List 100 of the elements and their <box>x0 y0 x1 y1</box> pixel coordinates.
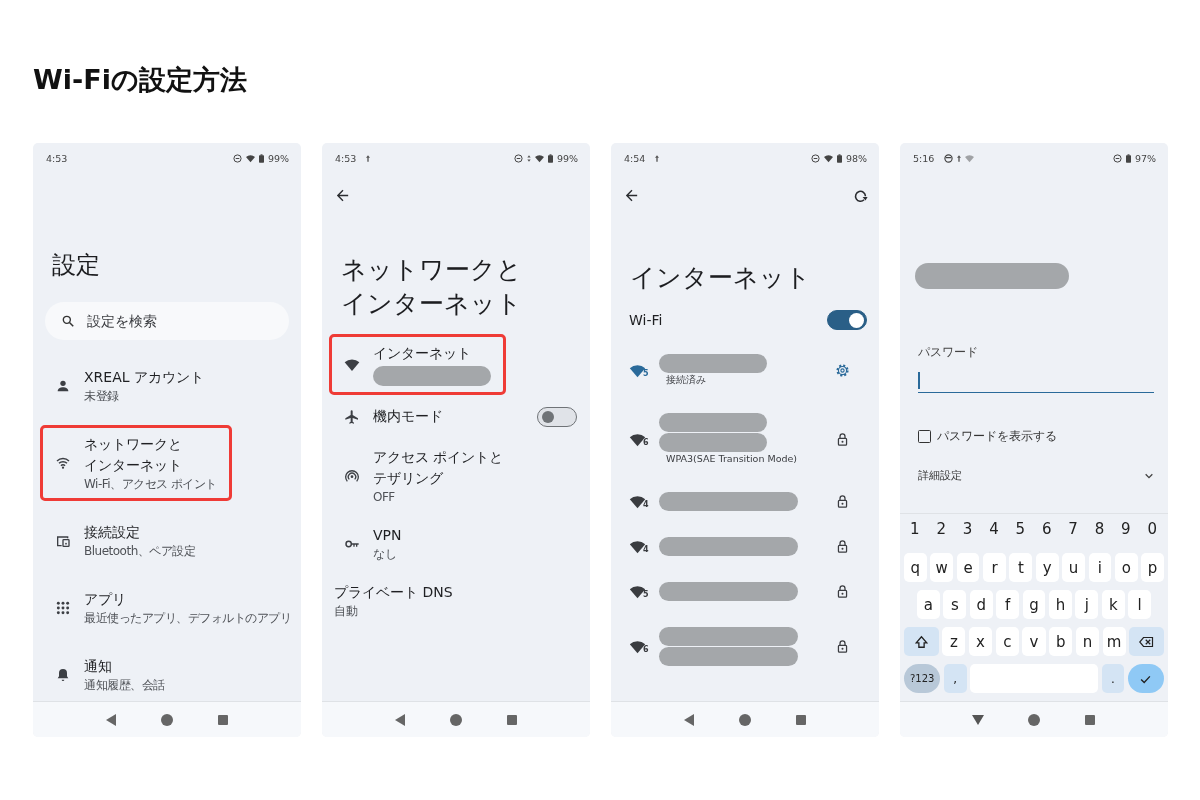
nav-recents-button[interactable] <box>506 713 518 726</box>
letter-key[interactable]: x <box>969 627 993 656</box>
do-not-disturb-icon <box>810 153 820 163</box>
network-item[interactable]: 5 接続済み <box>611 341 879 400</box>
advanced-options-label[interactable]: 詳細設定 <box>918 469 962 483</box>
wifi-label: Wi-Fi <box>629 312 663 328</box>
letter-key[interactable]: w <box>930 553 954 582</box>
settings-item[interactable]: プライベート DNS 自動 <box>330 574 590 627</box>
letter-key[interactable]: t <box>1009 553 1033 582</box>
letter-key[interactable]: h <box>1049 590 1072 619</box>
letter-key[interactable]: m <box>1102 627 1126 656</box>
nav-home-button[interactable] <box>450 713 462 726</box>
network-item[interactable]: 4 <box>611 524 879 569</box>
nav-back-button[interactable] <box>105 713 117 726</box>
number-key[interactable]: 4 <box>989 520 999 538</box>
nav-back-button[interactable] <box>972 713 984 726</box>
letter-key[interactable]: v <box>1022 627 1046 656</box>
item-subtitle: Bluetooth、ペア設定 <box>84 543 196 559</box>
letter-key[interactable]: s <box>943 590 967 619</box>
letter-key[interactable]: b <box>1049 627 1073 656</box>
nav-back-button[interactable] <box>394 713 406 726</box>
settings-item[interactable]: 通知 通知履歴、会話 <box>41 648 301 701</box>
field-label: パスワード <box>918 344 979 361</box>
number-key[interactable]: 8 <box>1094 520 1105 538</box>
network-item[interactable]: 5 <box>611 569 879 614</box>
nav-recents-button[interactable] <box>795 713 807 726</box>
do-not-disturb-icon <box>513 153 523 163</box>
letter-key[interactable]: u <box>1062 553 1085 582</box>
shift-key[interactable] <box>904 627 939 656</box>
status-time: 4:54 <box>624 152 646 164</box>
item-title: 通知 <box>84 657 113 676</box>
letter-key[interactable]: i <box>1088 553 1112 582</box>
lock-icon <box>835 539 850 554</box>
number-key[interactable]: 1 <box>910 520 920 538</box>
item-title: XREAL アカウント <box>84 368 204 387</box>
number-key[interactable]: 2 <box>936 520 946 538</box>
number-key[interactable]: 0 <box>1147 520 1157 538</box>
letter-key[interactable]: l <box>1128 590 1152 619</box>
network-item[interactable]: 6 WPA3(SAE Transition Mode) <box>611 400 879 479</box>
number-key[interactable]: 7 <box>1068 520 1078 538</box>
number-key[interactable]: 6 <box>1041 520 1052 538</box>
item-subtitle: 自動 <box>334 603 359 619</box>
nav-recents-button[interactable] <box>217 713 229 726</box>
band-label: 6 <box>643 645 649 654</box>
search-field[interactable]: 設定を検索 <box>45 302 289 340</box>
number-key[interactable]: 9 <box>1121 520 1131 538</box>
letter-key[interactable]: j <box>1075 590 1099 619</box>
wifi-signal-icon <box>823 153 833 163</box>
period-key[interactable]: . <box>1101 664 1125 693</box>
settings-item[interactable]: 接続設定 Bluetooth、ペア設定 <box>41 514 301 567</box>
nav-recents-button[interactable] <box>1084 713 1096 726</box>
settings-item[interactable]: ネットワークと インターネット Wi-Fi、アクセス ポイント <box>41 426 231 500</box>
letter-key[interactable]: e <box>956 553 980 582</box>
shift-icon <box>913 634 929 649</box>
nav-home-button[interactable] <box>161 713 173 726</box>
number-key[interactable]: 5 <box>1015 520 1026 538</box>
toggle-switch[interactable] <box>827 310 867 330</box>
nav-home-button[interactable] <box>739 713 751 726</box>
settings-item[interactable]: XREAL アカウント 未登録 <box>41 359 301 412</box>
letter-key[interactable]: q <box>904 553 927 582</box>
settings-item[interactable]: アプリ 最近使ったアプリ、デフォルトのアプリ <box>41 581 301 634</box>
letter-key[interactable]: p <box>1141 553 1164 582</box>
number-key[interactable]: 3 <box>962 520 973 538</box>
letter-key[interactable]: y <box>1035 553 1059 582</box>
bell-icon <box>55 666 71 683</box>
item-title: 接続設定 <box>84 523 141 542</box>
letter-key[interactable]: g <box>1022 590 1046 619</box>
settings-item[interactable]: 機内モード <box>330 398 590 435</box>
item-subtitle: OFF <box>373 489 396 505</box>
item-subtitle: なし <box>373 546 397 562</box>
letter-key[interactable]: f <box>996 590 1020 619</box>
nav-home-button[interactable] <box>1028 713 1040 726</box>
settings-item[interactable]: VPN なし <box>330 517 590 570</box>
network-item[interactable]: 4 <box>611 479 879 524</box>
backspace-key[interactable] <box>1129 627 1164 656</box>
letter-key[interactable]: r <box>983 553 1006 582</box>
do-not-disturb-icon <box>232 153 242 163</box>
letter-key[interactable]: c <box>995 627 1019 656</box>
chevron-icon[interactable] <box>1144 471 1154 481</box>
network-status: WPA3(SAE Transition Mode) <box>666 452 798 466</box>
network-item[interactable]: 6 <box>611 614 879 679</box>
symbols-key[interactable]: ?123 <box>904 664 941 693</box>
battery-level: 99% <box>267 152 289 164</box>
backspace-icon <box>1139 634 1155 649</box>
item-title: アクセス ポイントと テザリング <box>373 448 504 488</box>
settings-item[interactable]: インターネット <box>330 335 505 394</box>
letter-key[interactable]: d <box>969 590 993 619</box>
comma-key[interactable]: , <box>943 664 967 693</box>
toggle-switch[interactable] <box>537 406 577 427</box>
network-status: 接続済み <box>666 373 707 387</box>
settings-icon[interactable] <box>835 363 850 378</box>
letter-key[interactable]: a <box>917 590 940 619</box>
nav-back-button[interactable] <box>683 713 695 726</box>
letter-key[interactable]: k <box>1101 590 1125 619</box>
letter-key[interactable]: n <box>1075 627 1099 656</box>
settings-item[interactable]: アクセス ポイントと テザリング OFF <box>330 439 590 513</box>
checkbox[interactable] <box>918 430 931 443</box>
letter-key[interactable]: o <box>1114 553 1138 582</box>
letter-key[interactable]: z <box>942 627 966 656</box>
band-label: 4 <box>643 500 649 509</box>
